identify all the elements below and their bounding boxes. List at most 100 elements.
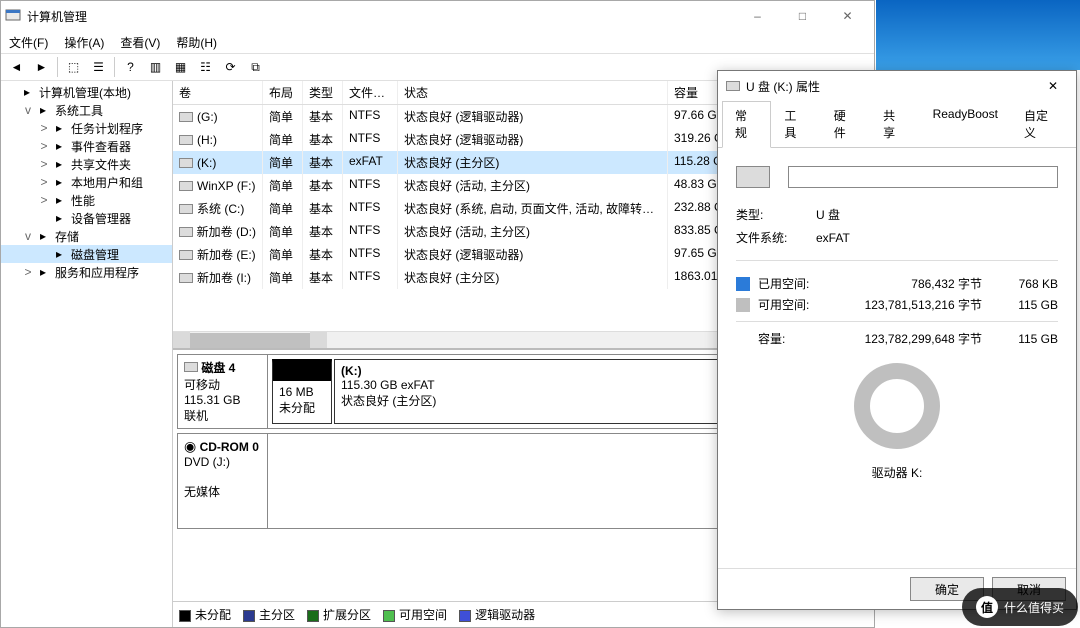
dialog-tab[interactable]: ReadyBoost bbox=[920, 101, 1011, 148]
dialog-close-button[interactable]: ✕ bbox=[1038, 79, 1068, 93]
volume-layout: 简单 bbox=[263, 128, 303, 151]
free-label: 可用空间: bbox=[758, 296, 834, 313]
part-state: 状态良好 (主分区) bbox=[341, 394, 436, 408]
volume-fs: NTFS bbox=[343, 243, 398, 266]
forward-button[interactable]: ► bbox=[30, 56, 53, 79]
disk-partition[interactable]: 16 MB未分配 bbox=[272, 359, 332, 424]
tree-item[interactable]: >▸事件查看器 bbox=[1, 137, 172, 155]
used-bytes: 786,432 字节 bbox=[834, 275, 982, 292]
volume-icon bbox=[179, 227, 193, 237]
tree-twisty-icon[interactable]: > bbox=[37, 175, 51, 189]
tree-item[interactable]: >▸任务计划程序 bbox=[1, 119, 172, 137]
tree-node-icon: ▸ bbox=[35, 102, 51, 118]
menu-action[interactable]: 操作(A) bbox=[60, 32, 108, 53]
tree-item[interactable]: ▸计算机管理(本地) bbox=[1, 83, 172, 101]
legend-swatch bbox=[243, 610, 255, 622]
dialog-tab[interactable]: 常规 bbox=[722, 101, 771, 148]
volume-layout: 简单 bbox=[263, 197, 303, 220]
tree-twisty-icon[interactable]: v bbox=[21, 229, 35, 243]
volume-name: 新加卷 (I:) bbox=[197, 269, 251, 286]
tree-item-label: 磁盘管理 bbox=[71, 246, 119, 263]
tree-twisty-icon[interactable]: v bbox=[21, 103, 35, 117]
dialog-tab[interactable]: 硬件 bbox=[821, 101, 870, 148]
tree-item[interactable]: >▸共享文件夹 bbox=[1, 155, 172, 173]
drive-name-input[interactable] bbox=[788, 166, 1058, 188]
tree-twisty-icon[interactable]: > bbox=[37, 121, 51, 135]
tree-node-icon: ▸ bbox=[51, 210, 67, 226]
view4-button[interactable]: ⟳ bbox=[219, 56, 242, 79]
nav-tree[interactable]: ▸计算机管理(本地)v▸系统工具>▸任务计划程序>▸事件查看器>▸共享文件夹>▸… bbox=[1, 81, 173, 627]
properties-button[interactable]: ☰ bbox=[87, 56, 110, 79]
tree-item[interactable]: >▸性能 bbox=[1, 191, 172, 209]
tree-item[interactable]: ▸设备管理器 bbox=[1, 209, 172, 227]
drive-properties-dialog[interactable]: U 盘 (K:) 属性 ✕ 常规工具硬件共享ReadyBoost自定义 类型: … bbox=[717, 70, 1077, 610]
tree-node-icon: ▸ bbox=[51, 174, 67, 190]
part-size: 16 MB bbox=[279, 385, 325, 399]
used-human: 768 KB bbox=[992, 277, 1058, 291]
dialog-tabs: 常规工具硬件共享ReadyBoost自定义 bbox=[718, 101, 1076, 148]
refresh-button[interactable]: ? bbox=[119, 56, 142, 79]
view3-button[interactable]: ☷ bbox=[194, 56, 217, 79]
tree-item-label: 任务计划程序 bbox=[71, 120, 143, 137]
tree-item[interactable]: >▸服务和应用程序 bbox=[1, 263, 172, 281]
used-label: 已用空间: bbox=[758, 275, 834, 292]
menu-file[interactable]: 文件(F) bbox=[5, 32, 52, 53]
drive-label: 驱动器 K: bbox=[736, 464, 1058, 481]
volume-fs: NTFS bbox=[343, 266, 398, 289]
volume-type: 基本 bbox=[303, 197, 343, 220]
tree-node-icon: ▸ bbox=[35, 264, 51, 280]
watermark-logo-icon: 值 bbox=[976, 596, 998, 618]
volume-status: 状态良好 (逻辑驱动器) bbox=[398, 243, 668, 266]
volume-fs: NTFS bbox=[343, 220, 398, 243]
tree-item[interactable]: v▸存储 bbox=[1, 227, 172, 245]
tree-item[interactable]: >▸本地用户和组 bbox=[1, 173, 172, 191]
tree-item-label: 本地用户和组 bbox=[71, 174, 143, 191]
view1-button[interactable]: ▥ bbox=[144, 56, 167, 79]
col-layout[interactable]: 布局 bbox=[263, 81, 303, 104]
tree-twisty-icon[interactable]: > bbox=[37, 157, 51, 171]
col-type[interactable]: 类型 bbox=[303, 81, 343, 104]
menu-help[interactable]: 帮助(H) bbox=[172, 32, 221, 53]
dialog-tab[interactable]: 工具 bbox=[771, 101, 820, 148]
volume-type: 基本 bbox=[303, 243, 343, 266]
col-filesystem[interactable]: 文件系统 bbox=[343, 81, 398, 104]
volume-type: 基本 bbox=[303, 105, 343, 128]
dialog-tab[interactable]: 共享 bbox=[870, 101, 919, 148]
legend-item: 逻辑驱动器 bbox=[459, 606, 535, 623]
tree-node-icon: ▸ bbox=[51, 246, 67, 262]
view2-button[interactable]: ▦ bbox=[169, 56, 192, 79]
minimize-button[interactable]: – bbox=[735, 2, 780, 30]
col-status[interactable]: 状态 bbox=[398, 81, 668, 104]
volume-fs: exFAT bbox=[343, 151, 398, 174]
tree-item[interactable]: v▸系统工具 bbox=[1, 101, 172, 119]
free-human: 115 GB bbox=[992, 298, 1058, 312]
view5-button[interactable]: ⧉ bbox=[244, 56, 267, 79]
tree-twisty-icon[interactable]: > bbox=[21, 265, 35, 279]
menu-view[interactable]: 查看(V) bbox=[116, 32, 164, 53]
up-button[interactable]: ⬚ bbox=[62, 56, 85, 79]
watermark-text: 什么值得买 bbox=[1004, 599, 1064, 616]
col-volume[interactable]: 卷 bbox=[173, 81, 263, 104]
maximize-button[interactable]: □ bbox=[780, 2, 825, 30]
tree-item-label: 性能 bbox=[71, 192, 95, 209]
volume-layout: 简单 bbox=[263, 174, 303, 197]
volume-status: 状态良好 (活动, 主分区) bbox=[398, 174, 668, 197]
dialog-tab[interactable]: 自定义 bbox=[1011, 101, 1072, 148]
legend-swatch bbox=[383, 610, 395, 622]
volume-type: 基本 bbox=[303, 174, 343, 197]
tree-item-label: 事件查看器 bbox=[71, 138, 131, 155]
volume-icon bbox=[179, 273, 193, 283]
legend-item: 可用空间 bbox=[383, 606, 447, 623]
tree-item[interactable]: ▸磁盘管理 bbox=[1, 245, 172, 263]
tree-twisty-icon[interactable]: > bbox=[37, 193, 51, 207]
cdrom-status: 无媒体 bbox=[184, 485, 220, 499]
titlebar[interactable]: 计算机管理 – □ ✕ bbox=[1, 1, 874, 31]
capacity-human: 115 GB bbox=[992, 332, 1058, 346]
close-button[interactable]: ✕ bbox=[825, 2, 870, 30]
drive-icon bbox=[726, 81, 740, 91]
dialog-titlebar[interactable]: U 盘 (K:) 属性 ✕ bbox=[718, 71, 1076, 101]
back-button[interactable]: ◄ bbox=[5, 56, 28, 79]
tree-twisty-icon[interactable]: > bbox=[37, 139, 51, 153]
volume-name: 新加卷 (D:) bbox=[197, 223, 256, 240]
volume-fs: NTFS bbox=[343, 197, 398, 220]
